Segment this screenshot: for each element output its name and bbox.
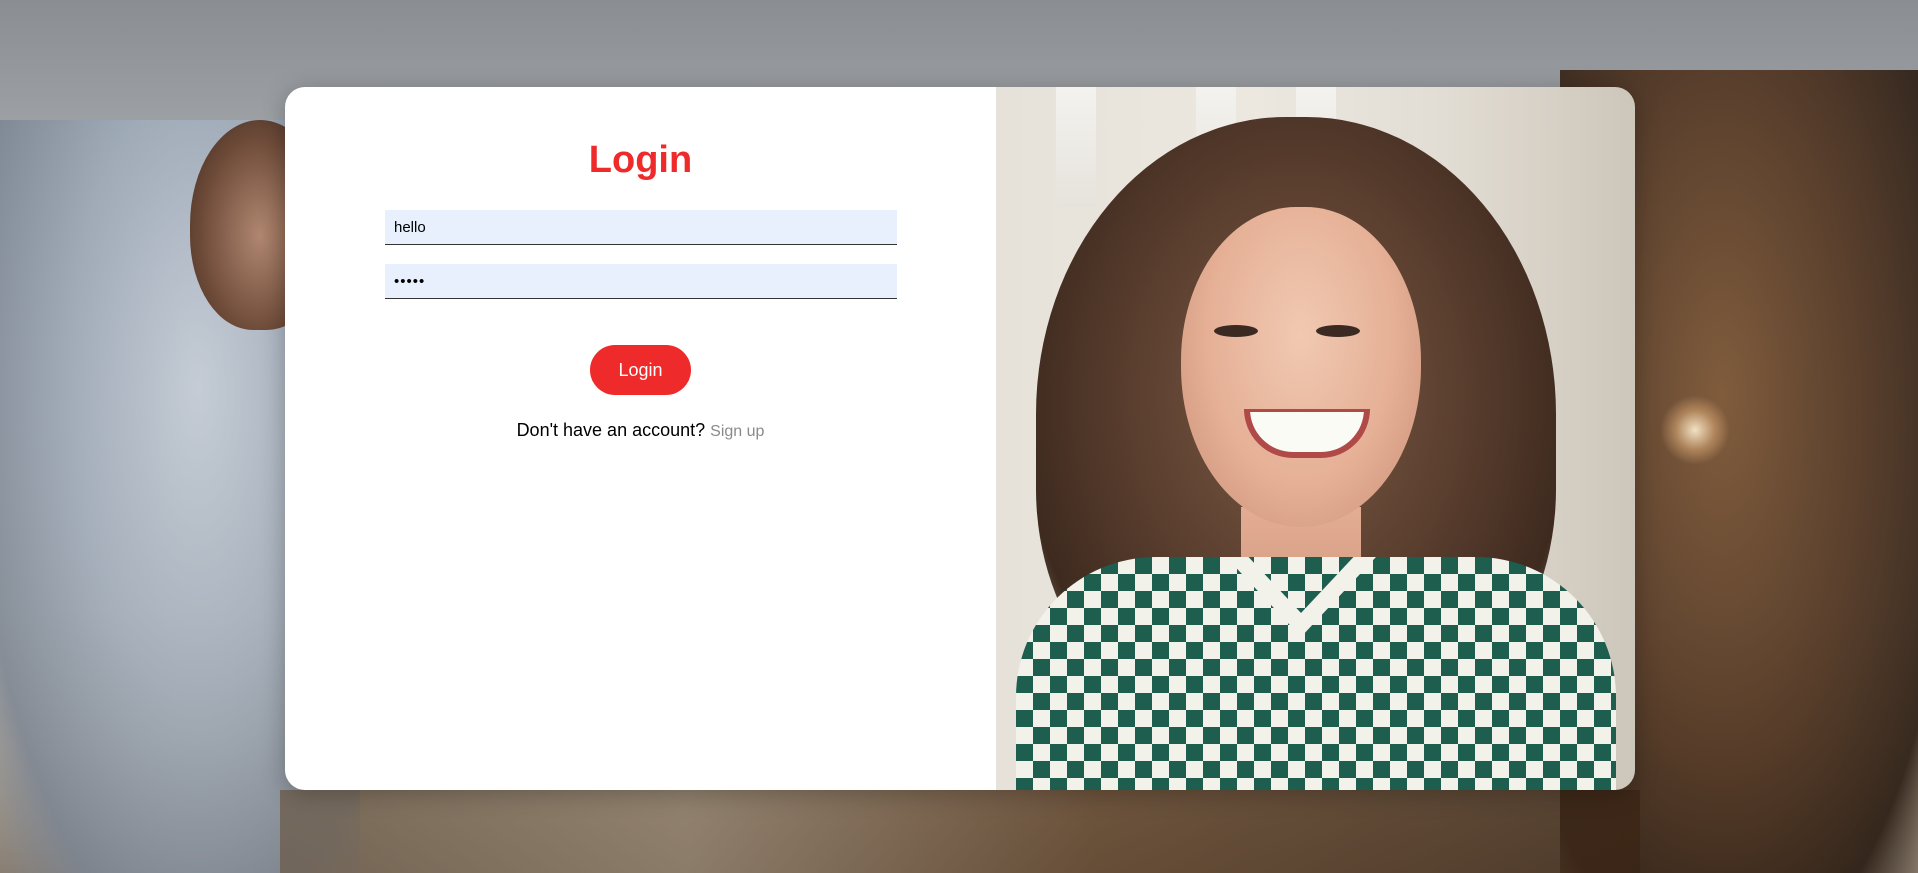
background-bottom-strip xyxy=(280,790,1640,873)
login-title: Login xyxy=(588,139,693,181)
woman-shirt xyxy=(1016,557,1616,790)
login-button[interactable]: Login xyxy=(590,345,691,395)
username-input[interactable] xyxy=(385,210,897,245)
password-input[interactable] xyxy=(385,264,897,299)
lens-flare xyxy=(1660,395,1730,465)
signup-prompt: Don't have an account? xyxy=(516,420,706,440)
wall-stripe xyxy=(1056,87,1096,207)
signup-link[interactable]: Sign up xyxy=(710,423,764,440)
right-eye xyxy=(1316,325,1360,337)
login-form-panel: Login Login Don't have an account? Sign … xyxy=(285,87,996,790)
left-eye xyxy=(1214,325,1258,337)
woman-face xyxy=(1181,207,1421,527)
signup-row: Don't have an account? Sign up xyxy=(285,420,996,441)
hero-photo xyxy=(996,87,1635,790)
login-card: Login Login Don't have an account? Sign … xyxy=(285,87,1635,790)
